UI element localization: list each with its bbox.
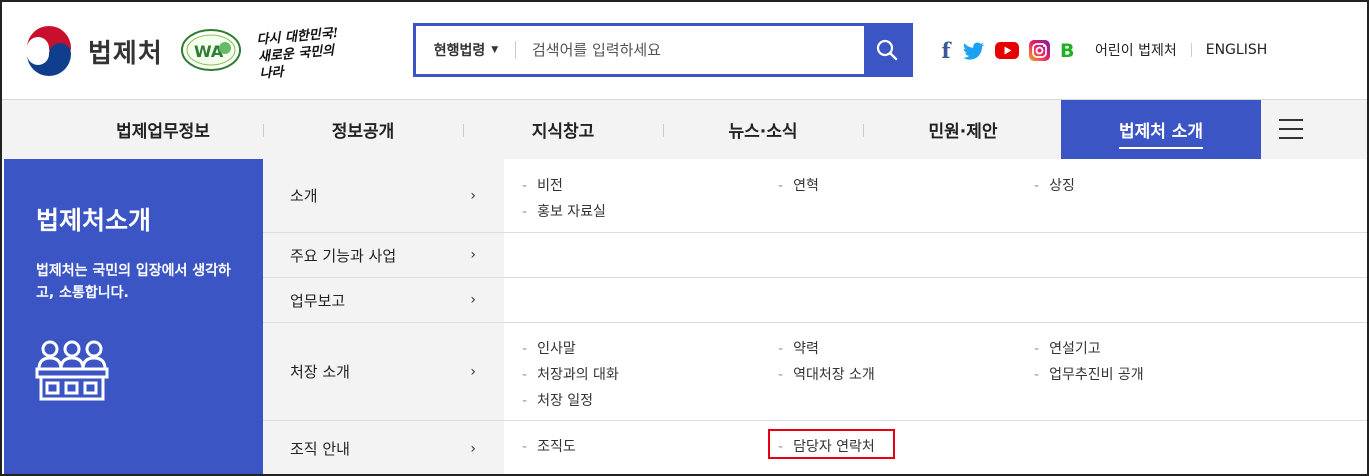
sub-link-pr-materials[interactable]: 홍보 자료실 [522,201,606,221]
people-podium-icon [35,340,109,401]
chevron-right-icon: › [470,187,476,204]
gnb-item-civil-petition[interactable]: 민원·제안 [863,100,1063,159]
sub-link-vision[interactable]: 비전 [522,175,563,195]
hamburger-line [1279,128,1303,130]
social-links: f B [939,38,1074,63]
sub-link-speeches[interactable]: 연설기고 [1034,338,1101,358]
gnb-item-label: 뉴스·소식 [728,122,798,142]
gnb-item-news[interactable]: 뉴스·소식 [663,100,863,159]
menu-category-label: 조직 안내 [290,440,350,458]
sub-link-org-chart[interactable]: 조직도 [522,436,576,456]
sub-link-schedule[interactable]: 처장 일정 [522,390,593,410]
chevron-right-icon: › [470,363,476,380]
kids-site-link[interactable]: 어린이 법제처 [1095,40,1177,60]
menu-category-organization[interactable]: 조직 안내 › [263,421,504,474]
sub-link-symbol[interactable]: 상징 [1034,175,1075,195]
slogan-line-2: 새로운 국민의 나라 [257,43,335,82]
site-logo[interactable]: 법제처 [22,24,163,78]
gnb-item-label: 법제업무정보 [116,122,210,142]
search-scope-label: 현행법령 [433,43,486,59]
section-description: 법제처는 국민의 입장에서 생각하고, 소통합니다. [36,263,231,301]
menu-row-functions: 주요 기능과 사업 › [263,233,1367,278]
youtube-icon[interactable] [995,42,1019,59]
instagram-icon[interactable] [1029,40,1050,61]
gnb-item-about[interactable]: 법제처 소개 [1061,100,1261,159]
gnb-item-label: 지식창고 [531,122,595,142]
search-scope-select[interactable]: 현행법령 ▼ [416,26,516,74]
menu-category-report[interactable]: 업무보고 › [263,278,504,322]
chevron-right-icon: › [470,292,476,308]
youtube-play-icon [995,42,1019,59]
english-site-link[interactable]: ENGLISH [1206,42,1268,58]
slogan: 다시 대한민국! 새로운 국민의 나라 [256,24,352,83]
search-input[interactable] [516,26,864,74]
main-navigation: 법제업무정보 정보공개 지식창고 뉴스·소식 민원·제안 법제처 소개 [2,100,1367,159]
sub-link-dialogue[interactable]: 처장과의 대화 [522,364,619,384]
chevron-right-icon: › [470,440,476,457]
svg-text:WA: WA [194,42,224,61]
menu-category-minister[interactable]: 처장 소개 › [263,323,504,420]
site-header: 법제처 WA 다시 대한민국! 새로운 국민의 나라 현행법령 ▼ 검색어를 입… [2,2,1367,100]
search-bar: 현행법령 ▼ [413,23,913,77]
chevron-right-icon: › [470,247,476,263]
menu-category-intro[interactable]: 소개 › [263,159,504,232]
sub-link-greeting[interactable]: 인사말 [522,338,576,358]
sub-link-profile[interactable]: 약력 [778,338,819,358]
blog-icon[interactable]: B [1060,40,1074,62]
section-intro-panel: 법제처소개 법제처는 국민의 입장에서 생각하고, 소통합니다. [4,159,263,474]
sub-link-former-ministers[interactable]: 역대처장 소개 [778,364,875,384]
gnb-item-label: 법제처 소개 [1118,117,1204,149]
page-frame: 법제처 WA 다시 대한민국! 새로운 국민의 나라 현행법령 ▼ 검색어를 입… [0,0,1369,476]
sub-link-history[interactable]: 연혁 [778,175,819,195]
menu-category-label: 처장 소개 [290,363,350,381]
menu-category-label: 소개 [290,187,318,205]
highlight-box [768,429,895,459]
taegeuk-emblem-icon [23,25,75,77]
menu-row-intro: 소개 › 비전 연혁 상징 홍보 자료실 [263,159,1367,233]
gnb-item-law-info[interactable]: 법제업무정보 [63,100,263,159]
search-button[interactable] [864,26,910,74]
caret-down-icon: ▼ [491,45,499,55]
divider [1190,43,1192,57]
web-accessibility-mark-icon: WA [181,29,241,71]
utility-links: 어린이 법제처 ENGLISH [1095,40,1267,60]
menu-category-functions[interactable]: 주요 기능과 사업 › [263,233,504,277]
hamburger-line [1279,137,1303,139]
gnb-item-label: 정보공개 [331,122,395,142]
menu-category-label: 주요 기능과 사업 [290,246,397,265]
search-icon [876,39,898,61]
hamburger-line [1279,119,1303,121]
hamburger-menu-icon[interactable] [1279,119,1303,139]
logo-text: 법제처 [88,38,163,69]
menu-category-label: 업무보고 [290,291,346,310]
gnb-item-knowledge[interactable]: 지식창고 [463,100,663,159]
gnb-item-info-disclosure[interactable]: 정보공개 [263,100,463,159]
menu-row-report: 업무보고 › [263,278,1367,323]
section-title: 법제처소개 [36,206,152,235]
facebook-icon[interactable]: f [939,38,953,63]
instagram-camera-icon [1029,40,1050,61]
sub-link-expense-disclosure[interactable]: 업무추진비 공개 [1034,364,1144,384]
menu-row-minister: 처장 소개 › 인사말 약력 연설기고 처장과의 대화 역대처장 소개 업무추진… [263,323,1367,421]
gnb-item-label: 민원·제안 [928,122,998,142]
twitter-bird-icon [963,42,984,60]
twitter-icon[interactable] [963,42,985,60]
